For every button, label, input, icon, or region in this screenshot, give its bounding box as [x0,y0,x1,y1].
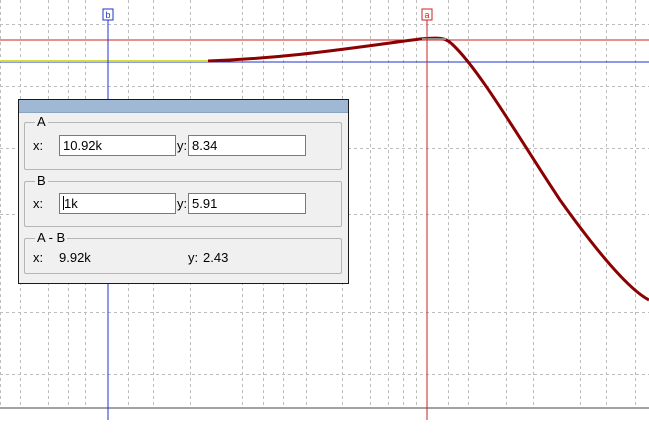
difference-y-value: 2.43 [203,250,229,265]
cursor-a-group-label: A [35,114,48,129]
cursor-b-x-label: x: [33,196,44,211]
cursor-a-y-input[interactable]: 8.34 [188,135,306,156]
cursor-a-y-label: y: [177,138,188,153]
difference-x-value: 9.92k [59,250,91,265]
cursor-b-y-input[interactable]: 5.91 [188,193,306,214]
difference-x-label: x: [33,250,44,265]
difference-group: A - B x: 9.92k y: 2.43 [24,231,342,274]
cursor-b-marker-label: b [105,10,110,20]
cursor-b-y-label: y: [177,196,188,211]
cursor-b-handle[interactable]: b [102,8,114,21]
cursor-a-group: A x: 10.92k y: 8.34 [24,115,342,170]
cursor-a-handle[interactable]: a [421,8,433,21]
cursor-a-marker-label: a [424,10,429,20]
cursor-b-group: B x: 1k y: 5.91 [24,174,342,227]
cursor-b-x-input[interactable]: 1k [59,193,176,214]
difference-group-label: A - B [35,230,68,245]
cursor-b-x-value: 1k [64,196,78,211]
cursor-a-x-input[interactable]: 10.92k [59,135,176,156]
difference-y-label: y: [188,250,199,265]
panel-title-bar[interactable] [19,100,348,113]
cursor-a-x-label: x: [33,138,44,153]
cursor-b-group-label: B [35,173,48,188]
cursor-readout-panel[interactable]: A x: 10.92k y: 8.34 B x: 1k y: 5.91 A - … [18,99,349,284]
